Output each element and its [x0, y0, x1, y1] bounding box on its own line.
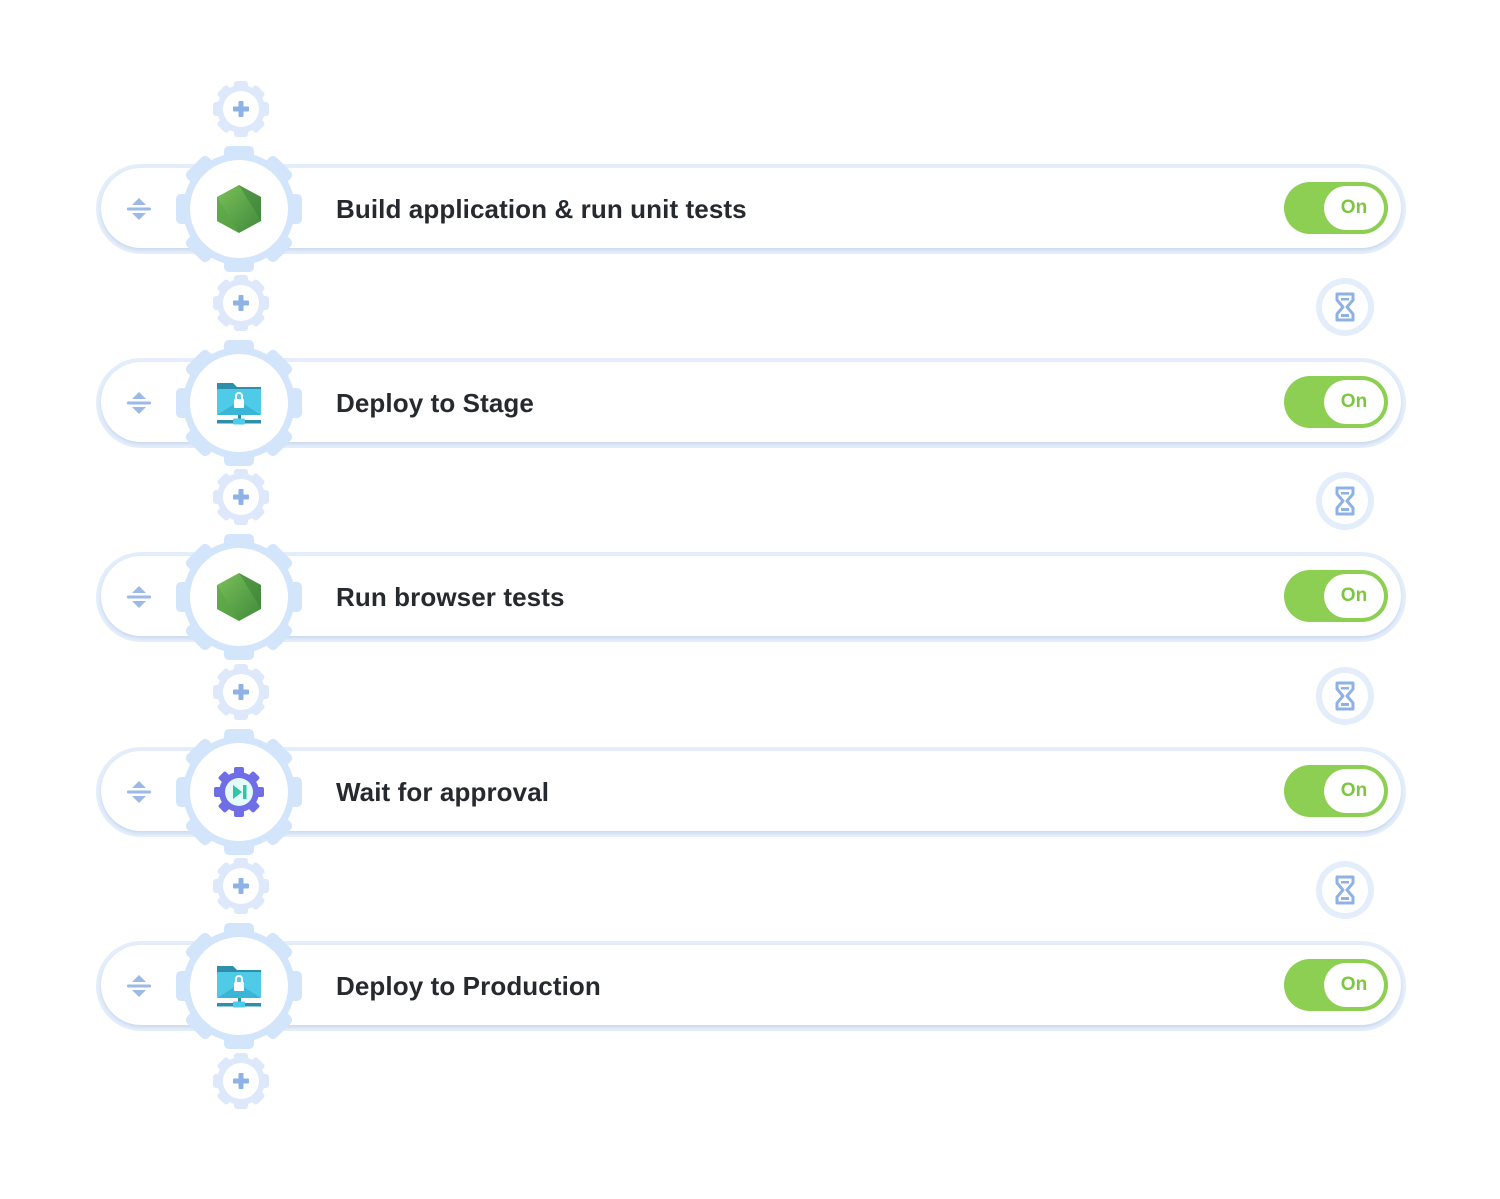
- pipeline-step: Build application & run unit tests On: [96, 164, 1406, 254]
- pipeline-step: Deploy to Production On: [96, 941, 1406, 1031]
- add-step-button[interactable]: [212, 857, 270, 915]
- sort-arrows-icon[interactable]: [124, 971, 154, 1001]
- step-toggle[interactable]: On: [1284, 959, 1388, 1011]
- toggle-label: On: [1340, 391, 1368, 412]
- toggle-label: On: [1340, 974, 1368, 995]
- pipeline: Build application & run unit tests On De…: [0, 0, 1500, 1199]
- step-toggle[interactable]: On: [1284, 376, 1388, 428]
- step-toggle[interactable]: On: [1284, 182, 1388, 234]
- toggle-label: On: [1340, 197, 1368, 218]
- step-toggle[interactable]: On: [1284, 570, 1388, 622]
- add-step-button[interactable]: [212, 1052, 270, 1110]
- pipeline-step: Deploy to Stage On: [96, 358, 1406, 448]
- hourglass-icon[interactable]: [1316, 278, 1374, 336]
- add-step-button[interactable]: [212, 468, 270, 526]
- hourglass-icon[interactable]: [1316, 861, 1374, 919]
- add-step-button[interactable]: [212, 80, 270, 138]
- add-step-button[interactable]: [212, 274, 270, 332]
- network-folder-lock-icon: [213, 960, 265, 1012]
- toggle-label: On: [1340, 585, 1368, 606]
- hourglass-icon[interactable]: [1316, 472, 1374, 530]
- step-label[interactable]: Deploy to Stage: [336, 358, 534, 448]
- sort-arrows-icon[interactable]: [124, 388, 154, 418]
- pipeline-step: Wait for approval On: [96, 747, 1406, 837]
- toggle-label: On: [1340, 780, 1368, 801]
- sort-arrows-icon[interactable]: [124, 194, 154, 224]
- step-label[interactable]: Wait for approval: [336, 747, 549, 837]
- nodejs-hexagon-icon: [213, 571, 265, 623]
- sort-arrows-icon[interactable]: [124, 582, 154, 612]
- nodejs-hexagon-icon: [213, 183, 265, 235]
- step-label[interactable]: Run browser tests: [336, 552, 565, 642]
- network-folder-lock-icon: [213, 377, 265, 429]
- pipeline-step: Run browser tests On: [96, 552, 1406, 642]
- approval-gear-icon: [213, 766, 265, 818]
- hourglass-icon[interactable]: [1316, 667, 1374, 725]
- step-label[interactable]: Build application & run unit tests: [336, 164, 747, 254]
- add-step-button[interactable]: [212, 663, 270, 721]
- step-toggle[interactable]: On: [1284, 765, 1388, 817]
- step-label[interactable]: Deploy to Production: [336, 941, 601, 1031]
- sort-arrows-icon[interactable]: [124, 777, 154, 807]
